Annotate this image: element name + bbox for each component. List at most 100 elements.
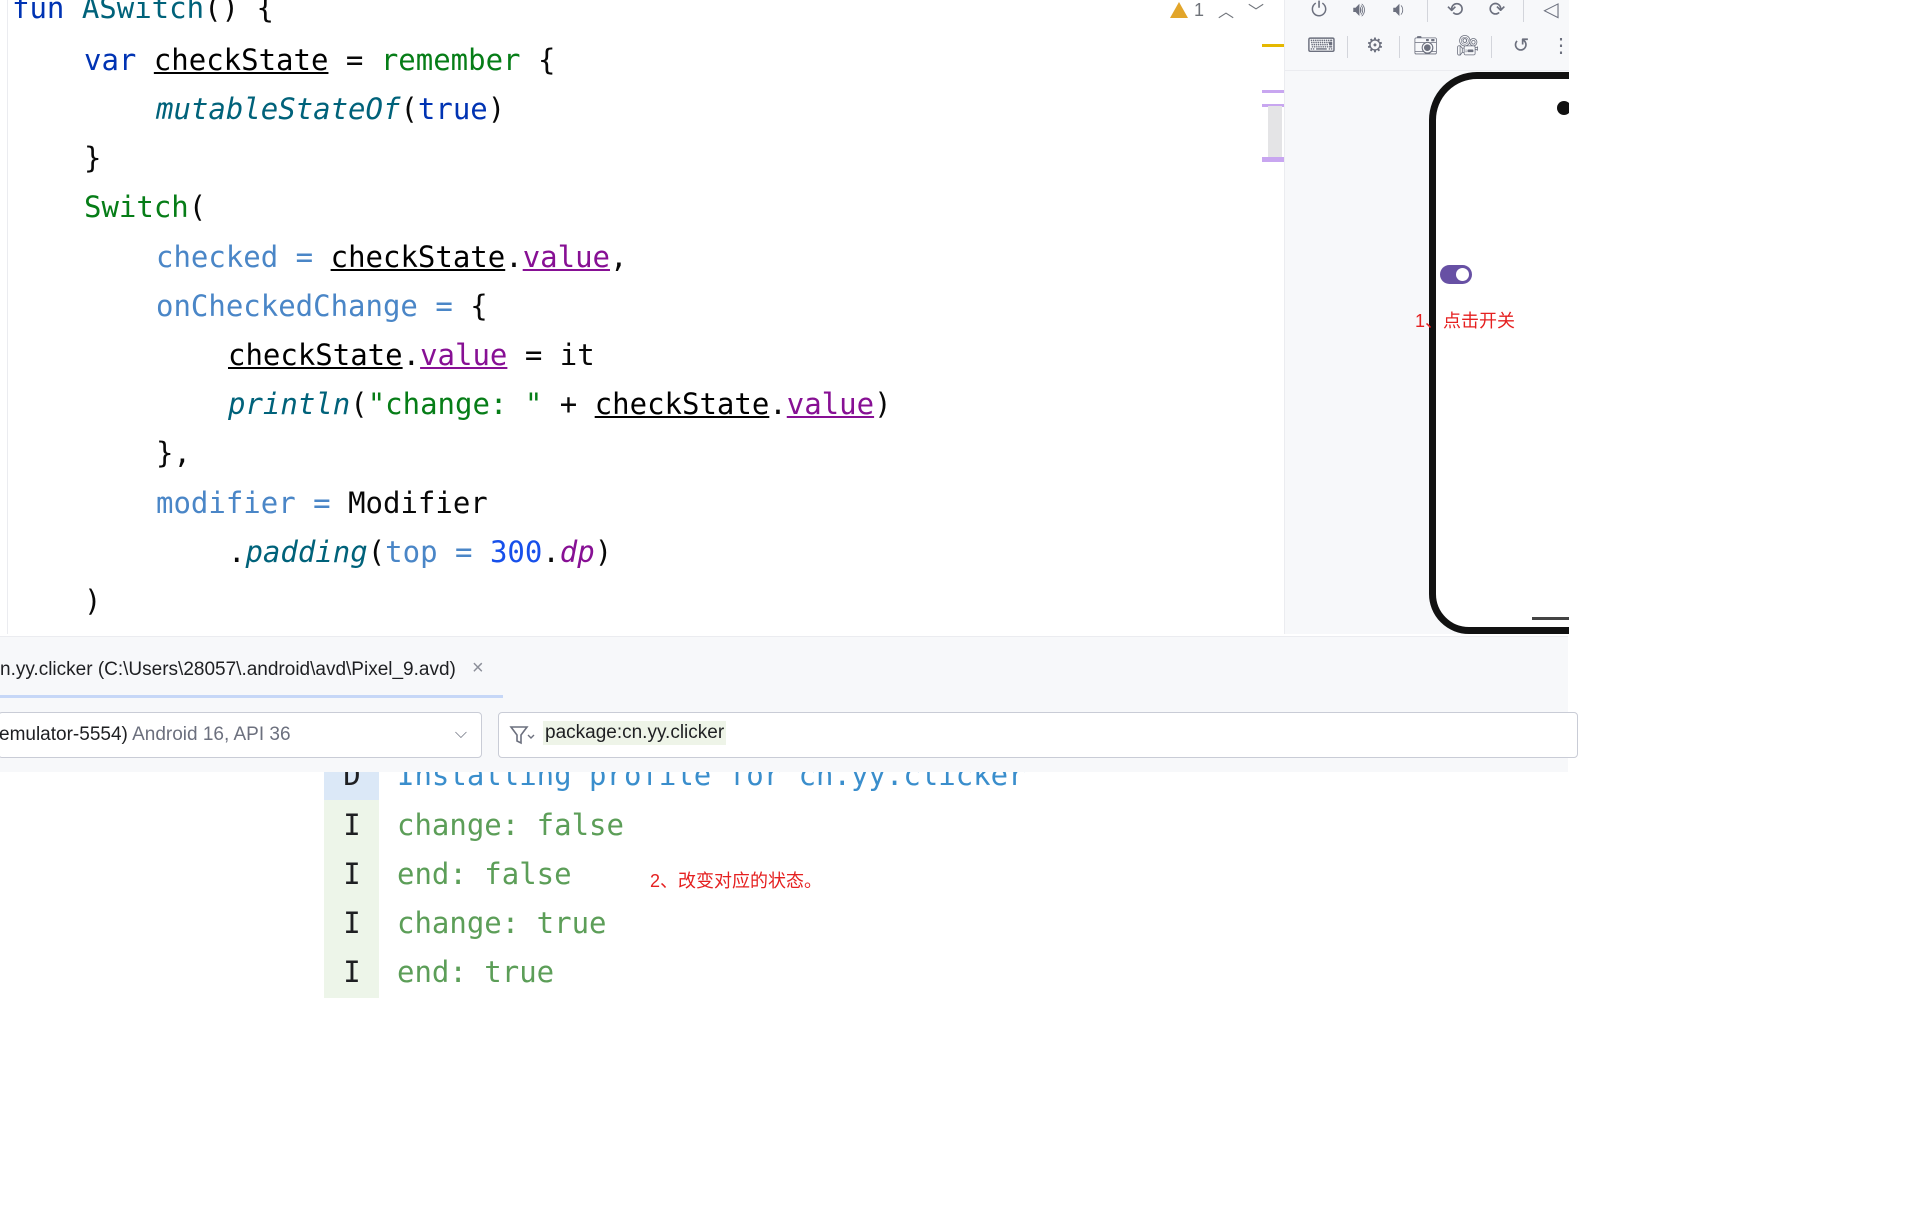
code-token: ( xyxy=(350,387,368,421)
warning-marker[interactable] xyxy=(1262,44,1284,47)
code-token: = xyxy=(328,43,381,77)
device-frame xyxy=(1429,72,1569,634)
screen-record-icon[interactable]: 🎥︎ xyxy=(1455,34,1480,58)
code-token: println xyxy=(228,387,351,421)
log-level: I xyxy=(343,857,361,891)
close-icon[interactable]: × xyxy=(472,657,484,680)
power-icon[interactable]: ⏻ xyxy=(1307,0,1331,22)
code-token: = xyxy=(417,289,471,323)
more-options-icon[interactable]: ⋮ xyxy=(1549,34,1569,58)
code-token: ) xyxy=(84,584,102,618)
annotation-click-switch: 1、点击开关 xyxy=(1415,311,1516,331)
switch-toggle[interactable] xyxy=(1440,265,1472,284)
scroll-marker[interactable] xyxy=(1262,90,1284,93)
logcat-filter-input[interactable]: package:cn.yy.clicker xyxy=(498,712,1578,758)
inspection-widget[interactable]: 1 ︿ ﹀ xyxy=(1170,0,1264,22)
rotate-right-icon[interactable]: ⟳ xyxy=(1485,0,1509,22)
code-line[interactable]: mutableStateOf(true) xyxy=(156,89,505,129)
logcat-filter-bar: emulator-5554) Android 16, API 36 ⌵ pack… xyxy=(0,698,1578,773)
tab-logcat-device[interactable]: n.yy.clicker (C:\Users\28057\.android\av… xyxy=(0,659,456,681)
chevron-down-icon[interactable]: ⌵ xyxy=(455,725,467,743)
annotation-state-change: 2、改变对应的状态。 xyxy=(650,871,823,891)
code-token: } xyxy=(84,141,102,175)
log-row[interactable]: Iend: true xyxy=(0,955,1568,1004)
code-token: value xyxy=(522,240,610,274)
log-message: Installing profile for cn.yy.clicker xyxy=(397,772,1026,792)
code-token: . xyxy=(402,338,421,372)
log-row[interactable]: D Installing profile for cn.yy.clicker xyxy=(0,772,1568,807)
log-row[interactable]: Ichange: false xyxy=(0,808,1568,857)
screenshot-icon[interactable]: 📷︎ xyxy=(1413,34,1438,58)
code-line[interactable]: var checkState = remember { xyxy=(84,40,555,80)
code-token: it xyxy=(559,338,595,372)
code-token: onCheckedChange xyxy=(156,289,418,323)
code-token: ( xyxy=(400,92,418,126)
device-selector[interactable]: emulator-5554) Android 16, API 36 ⌵ xyxy=(0,712,482,758)
code-editor[interactable]: fun ASwitch() { var checkState = remember… xyxy=(0,0,1284,634)
code-token: ( xyxy=(188,190,207,224)
code-token: checkState xyxy=(228,338,403,372)
reset-icon[interactable]: ↺ xyxy=(1509,34,1533,58)
switch-thumb xyxy=(1456,268,1469,281)
code-token: = xyxy=(278,240,331,274)
camera-cutout xyxy=(1557,101,1569,115)
log-level: D xyxy=(343,772,361,792)
code-line[interactable]: ) xyxy=(84,581,101,621)
filter-icon[interactable] xyxy=(509,723,535,747)
warning-icon xyxy=(1170,2,1188,18)
gesture-bar xyxy=(1532,617,1569,620)
code-token: checkState xyxy=(330,240,506,274)
log-row[interactable]: Ichange: true xyxy=(0,906,1568,955)
code-token: checkState xyxy=(153,43,329,77)
code-token: ) xyxy=(874,387,892,421)
code-token: "change: " xyxy=(367,387,543,421)
code-token: + xyxy=(542,387,595,421)
device-name: emulator-5554) xyxy=(0,724,128,745)
log-message: end: true xyxy=(397,955,555,989)
code-line[interactable]: Switch( xyxy=(84,187,206,227)
code-line[interactable]: println("change: " + checkState.value) xyxy=(228,384,892,424)
running-devices-panel: ⏻ 🔊︎ 🔉︎ ⟲ ⟳ ◁ ⌨ ⚙ 📷︎ 🎥︎ ↺ ⋮ 1、点击开关 xyxy=(1284,0,1569,634)
volume-down-icon[interactable]: 🔉︎ xyxy=(1387,0,1411,22)
code-token: }, xyxy=(156,436,191,470)
volume-up-icon[interactable]: 🔊︎ xyxy=(1347,0,1371,22)
code-line[interactable]: checkState.value = it xyxy=(228,335,595,375)
code-token: value xyxy=(420,338,508,372)
code-line[interactable]: fun ASwitch() { xyxy=(12,0,274,28)
log-message: change: false xyxy=(397,808,624,842)
code-token: 300 xyxy=(489,535,543,569)
code-line[interactable]: checked = checkState.value, xyxy=(156,237,627,277)
rotate-left-icon[interactable]: ⟲ xyxy=(1443,0,1467,22)
emulator-toolbar: ⏻ 🔊︎ 🔉︎ ⟲ ⟳ ◁ ⌨ ⚙ 📷︎ 🎥︎ ↺ ⋮ xyxy=(1285,0,1569,71)
logcat-output[interactable]: D Installing profile for cn.yy.clicker Ich… xyxy=(0,772,1568,1004)
code-token: var xyxy=(84,43,154,77)
back-icon[interactable]: ◁ xyxy=(1539,0,1563,22)
code-line[interactable]: }, xyxy=(156,433,191,473)
code-line[interactable]: } xyxy=(84,138,101,178)
code-token: { xyxy=(470,289,488,323)
code-token: { xyxy=(520,43,556,77)
code-token: . xyxy=(769,387,787,421)
device-api: Android 16, API 36 xyxy=(127,724,291,745)
code-token: , xyxy=(610,240,628,274)
code-token: ) xyxy=(487,92,506,126)
code-token: remember xyxy=(380,43,521,77)
code-line[interactable]: .padding(top = 300.dp) xyxy=(228,532,612,572)
code-token: fun xyxy=(12,0,82,25)
code-token: . xyxy=(505,240,523,274)
log-message: change: true xyxy=(397,906,607,940)
code-token: Switch xyxy=(84,190,189,224)
code-line[interactable]: onCheckedChange = { xyxy=(156,286,488,326)
code-line[interactable]: modifier = Modifier xyxy=(156,483,488,523)
code-token: ) xyxy=(594,535,613,569)
scroll-thumb[interactable] xyxy=(1268,106,1282,158)
code-token: = xyxy=(295,486,349,520)
log-level: I xyxy=(343,906,361,940)
log-level: I xyxy=(343,808,361,842)
scroll-marker[interactable] xyxy=(1262,157,1284,162)
code-token: ( xyxy=(367,535,386,569)
keyboard-icon[interactable]: ⌨ xyxy=(1307,34,1336,58)
chevron-down-icon[interactable]: ﹀ xyxy=(1248,0,1264,22)
chevron-up-icon[interactable]: ︿ xyxy=(1218,0,1234,22)
device-settings-icon[interactable]: ⚙ xyxy=(1363,34,1387,58)
